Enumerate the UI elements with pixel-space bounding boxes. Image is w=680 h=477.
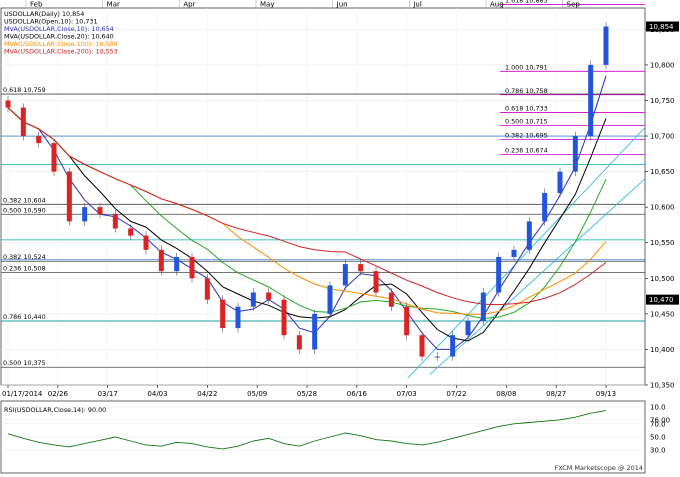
- level-label-6: 0.382 10,695: [505, 132, 548, 140]
- x-tick-label-3: 04/03: [147, 390, 167, 398]
- candle-body-03/12: [143, 235, 149, 250]
- candle-body-03/18: [158, 249, 164, 272]
- candle-body-03/30: [189, 256, 195, 279]
- candle-body-02/22: [97, 207, 103, 215]
- month-label-6: Aug: [490, 1, 504, 9]
- month-label-5: Jul: [412, 1, 422, 9]
- y-tick-label-10: 10,350: [650, 382, 675, 390]
- candle-body-02/28: [112, 214, 118, 229]
- candle-body-04/17: [235, 306, 241, 329]
- candle-body-09/02: [588, 64, 594, 137]
- month-label-1: Mar: [107, 1, 120, 9]
- rsi-tick-label-3: 50.0: [650, 434, 666, 442]
- y-tick-label-1: 10,800: [650, 61, 675, 69]
- candle-body-08/09: [526, 221, 532, 250]
- candle-body-04/11: [220, 299, 226, 329]
- x-tick-label-5: 05/09: [247, 390, 267, 398]
- x-tick-label-12: 09/13: [596, 390, 616, 398]
- y-tick-label-4: 10,650: [650, 168, 675, 176]
- candle-body-05/23: [327, 285, 333, 314]
- x-tick-label-0: 01/17/2014: [2, 390, 43, 398]
- price-panel: [0, 7, 646, 386]
- x-tick-label-8: 07/03: [397, 390, 417, 398]
- rsi-tick-label-2: 70.0: [650, 420, 666, 428]
- candle-body-08/21: [557, 171, 563, 193]
- candle-body-07/10: [450, 335, 456, 357]
- month-label-3: May: [260, 1, 274, 9]
- rsi-tick-label-4: 30.0: [650, 447, 666, 455]
- candle-body-07/28: [496, 256, 502, 293]
- y-tick-label-9: 10,400: [650, 346, 675, 354]
- y-tick-label-5: 10,600: [650, 204, 675, 212]
- level-label-12: 0.786 10,440: [3, 313, 46, 321]
- candle-body-04/05: [204, 278, 210, 300]
- usdollar-chart: 1.618 10,885 0.618 10,759 1.000 10,791 0.78…: [0, 0, 680, 477]
- level-label-7: 0.236 10,674: [505, 147, 548, 155]
- level-label-3: 0.786 10,758: [505, 87, 548, 95]
- watermark: FXCM Marketscope @ 2014: [554, 464, 643, 472]
- x-tick-label-11: 08/27: [546, 390, 566, 398]
- last-price-label: 10,854: [649, 23, 674, 31]
- candle-body-01/17: [5, 100, 11, 108]
- candle-body-04/29: [266, 292, 272, 300]
- candle-body-01/23: [20, 107, 26, 137]
- candle-body-08/03: [511, 249, 517, 257]
- x-tick-label-9: 07/22: [446, 390, 466, 398]
- legend-entry-5: MVA(USDOLLAR,Close,200): 10,553: [4, 48, 118, 56]
- x-tick-label-2: 03/17: [98, 390, 118, 398]
- candle-body-06/16: [388, 292, 394, 307]
- candle-body-05/11: [296, 335, 302, 350]
- y-tick-label-7: 10,500: [650, 275, 675, 283]
- candle-body-01/29: [36, 136, 42, 144]
- level-label-8: 0.382 10,604: [3, 196, 46, 204]
- level-label-9: 0.500 10,590: [3, 206, 46, 214]
- level-label-1: 0.618 10,759: [3, 86, 46, 94]
- x-tick-label-6: 05/28: [297, 390, 317, 398]
- candle-body-05/05: [281, 299, 287, 336]
- candle-body-03/06: [128, 228, 134, 236]
- candle-body-06/22: [404, 306, 410, 336]
- candle-body-07/22: [480, 292, 486, 321]
- candle-body-08/15: [542, 192, 548, 222]
- candle-body-07/16: [465, 320, 471, 336]
- candle-body-06/10: [373, 271, 379, 293]
- candle-body-02/04: [51, 143, 57, 172]
- x-tick-label-7: 06/16: [347, 390, 368, 398]
- month-label-7: Sep: [567, 1, 581, 9]
- month-label-0: Feb: [30, 1, 43, 9]
- support-label: 10,470: [649, 296, 674, 304]
- candle-body-03/24: [174, 256, 180, 272]
- candle-body-09/05: [603, 26, 609, 65]
- candle-body-06/04: [358, 264, 364, 272]
- y-tick-label-3: 10,700: [650, 133, 675, 141]
- candle-body-02/10: [66, 171, 72, 222]
- rsi-label: RSI(USDOLLAR,Close,14): 90.00: [4, 406, 106, 414]
- x-tick-label-4: 04/22: [197, 390, 217, 398]
- y-tick-label-8: 10,450: [650, 310, 675, 318]
- level-label-5: 0.500 10,715: [505, 117, 548, 125]
- month-label-4: Jun: [336, 1, 348, 9]
- level-label-11: 0.236 10,508: [3, 265, 46, 273]
- candle-body-04/23: [250, 292, 256, 307]
- candle-body-08/27: [572, 136, 578, 172]
- candle-body-05/17: [312, 313, 318, 350]
- level-label-4: 0.618 10,733: [505, 105, 548, 113]
- y-tick-label-6: 10,550: [650, 239, 675, 247]
- candle-body-07/04: [434, 356, 440, 358]
- candle-body-02/16: [82, 207, 88, 222]
- rsi-tick-label-0: 10.0: [650, 404, 666, 412]
- month-label-2: Apr: [183, 1, 195, 9]
- x-tick-label-1: 02/26: [48, 390, 69, 398]
- level-label-0: 1.618 10,885: [505, 0, 548, 4]
- candle-body-06/28: [419, 335, 425, 357]
- x-tick-label-10: 08/08: [496, 390, 516, 398]
- level-label-2: 1.000 10,791: [505, 63, 548, 71]
- level-label-13: 0.500 10,375: [3, 359, 46, 367]
- candle-body-05/29: [342, 264, 348, 286]
- y-tick-label-2: 10,750: [650, 97, 675, 105]
